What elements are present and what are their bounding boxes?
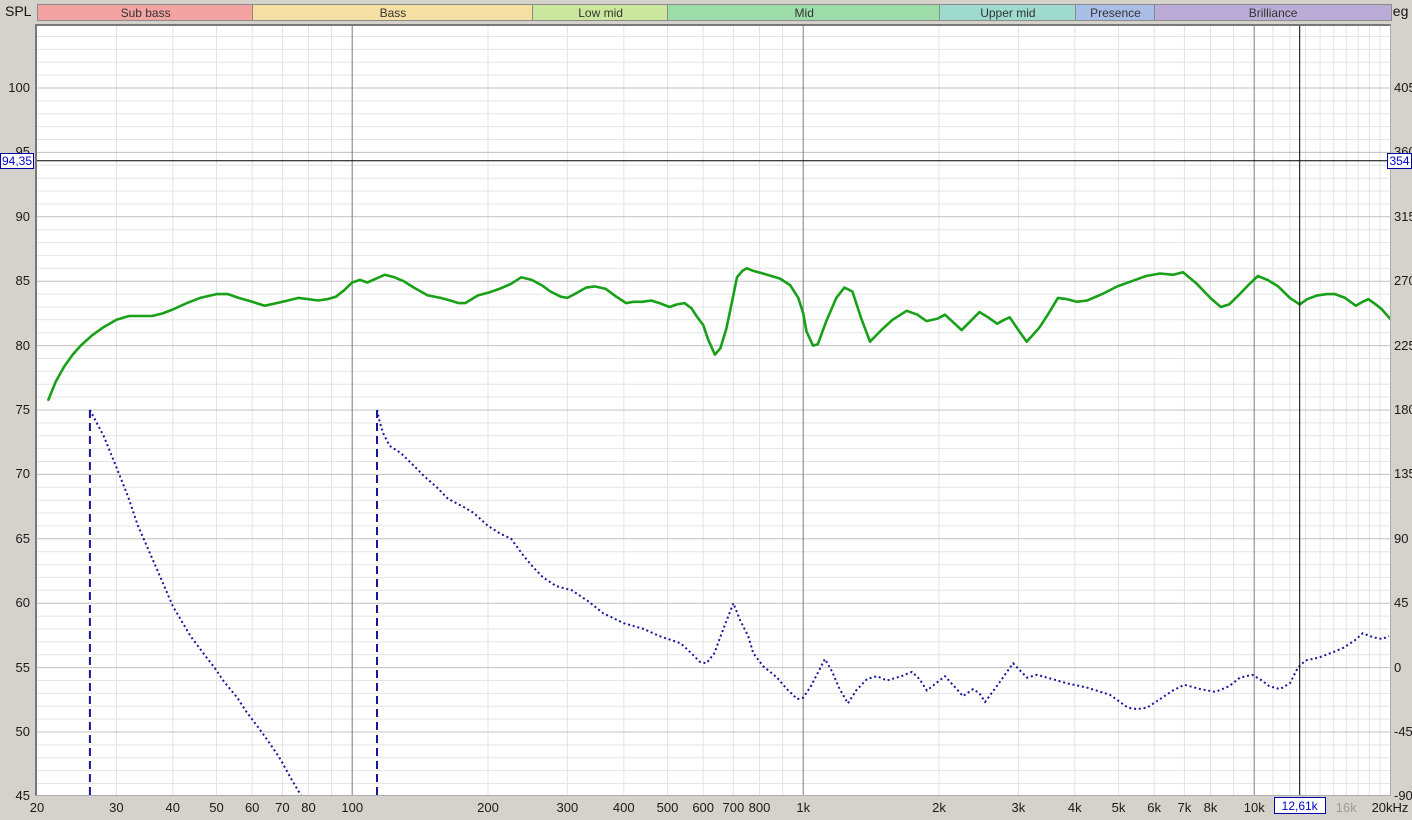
x-tick-label-100: 100 bbox=[341, 800, 364, 815]
plot-area[interactable] bbox=[35, 24, 1391, 796]
deg-tick-label-270: 270 bbox=[1394, 273, 1412, 289]
x-tick-label-40: 40 bbox=[165, 800, 180, 815]
band-presence: Presence bbox=[1074, 4, 1157, 21]
band-brilliance: Brilliance bbox=[1154, 4, 1392, 21]
x-tick-label-10k: 10k bbox=[1243, 800, 1265, 815]
x-tick-label-200: 200 bbox=[477, 800, 499, 815]
x-tick-label-3k: 3k bbox=[1011, 800, 1026, 815]
x-tick-label-60: 60 bbox=[244, 800, 260, 815]
spl-tick-label-45: 45 bbox=[15, 788, 30, 804]
x-tick-label-500: 500 bbox=[656, 800, 679, 815]
x-tick-label-300: 300 bbox=[556, 800, 579, 815]
spl-tick-label-60: 60 bbox=[15, 595, 30, 611]
band-mid: Mid bbox=[667, 4, 941, 21]
spl-tick-label-50: 50 bbox=[15, 724, 30, 739]
grid-major bbox=[37, 26, 1390, 795]
x-tick-label-80: 80 bbox=[301, 800, 316, 815]
x-tick-label-16k: 16k bbox=[1335, 800, 1357, 815]
x-tick-label-7k: 7k bbox=[1177, 800, 1192, 815]
x-tick-label-6k: 6k bbox=[1147, 800, 1162, 815]
cursor-spl-readout: 94,35 bbox=[0, 152, 34, 169]
deg-tick-label-315: 315 bbox=[1394, 208, 1412, 224]
x-tick-label-50: 50 bbox=[209, 800, 224, 815]
x-tick-label-8k: 8k bbox=[1203, 800, 1218, 815]
frequency-response-window: { "header": { "left_axis_label": "SPL", … bbox=[0, 0, 1412, 820]
band-upper-mid: Upper mid bbox=[939, 4, 1077, 21]
spl-tick-label-85: 85 bbox=[15, 273, 30, 289]
deg-tick-label-45: 45 bbox=[1394, 595, 1409, 611]
x-tick-label-4k: 4k bbox=[1067, 800, 1082, 815]
x-tick-label-800: 800 bbox=[748, 800, 771, 815]
frequency-band-header-row: Sub bass Bass Low mid Mid Upper mid Presence B… bbox=[0, 4, 1412, 21]
x-tick-label-70: 70 bbox=[275, 800, 290, 815]
spl-tick-label-55: 55 bbox=[15, 659, 30, 675]
deg-tick-label-135: 135 bbox=[1394, 466, 1412, 482]
spl-tick-label-65: 65 bbox=[15, 530, 30, 546]
spl-tick-label-90: 90 bbox=[15, 208, 30, 224]
spl-tick-label-100: 100 bbox=[8, 80, 30, 95]
cursor-frequency-readout: 12,61k bbox=[1273, 797, 1326, 814]
deg-tick-label-0: 0 bbox=[1394, 659, 1402, 675]
magnitude-curve bbox=[47, 267, 1390, 402]
x-tick-label-400: 400 bbox=[612, 800, 635, 815]
chart-canvas bbox=[37, 26, 1390, 795]
phase-curve bbox=[88, 409, 1390, 795]
deg-tick-label--90: -90 bbox=[1394, 788, 1412, 804]
x-tick-label-600: 600 bbox=[692, 800, 715, 815]
band-low-mid: Low mid bbox=[531, 4, 670, 21]
band-bass: Bass bbox=[252, 4, 534, 21]
x-tick-label-30: 30 bbox=[109, 800, 124, 815]
x-tick-label-700: 700 bbox=[722, 800, 745, 815]
x-tick-label-20: 20 bbox=[29, 800, 45, 815]
deg-tick-label-225: 225 bbox=[1394, 337, 1412, 353]
deg-tick-label-405: 405 bbox=[1394, 80, 1412, 95]
spl-tick-label-80: 80 bbox=[15, 337, 30, 353]
cursor-deg-readout: 354 bbox=[1387, 152, 1412, 169]
x-tick-label-2k: 2k bbox=[932, 800, 946, 815]
x-tick-label-5k: 5k bbox=[1111, 800, 1126, 815]
deg-tick-label-180: 180 bbox=[1394, 401, 1412, 417]
band-sub-bass: Sub bass bbox=[37, 4, 255, 21]
deg-tick-label-90: 90 bbox=[1394, 530, 1409, 546]
x-tick-label-1k: 1k bbox=[796, 800, 811, 815]
spl-tick-label-75: 75 bbox=[15, 402, 30, 417]
spl-tick-label-70: 70 bbox=[15, 466, 30, 482]
deg-tick-label--45: -45 bbox=[1394, 723, 1412, 739]
